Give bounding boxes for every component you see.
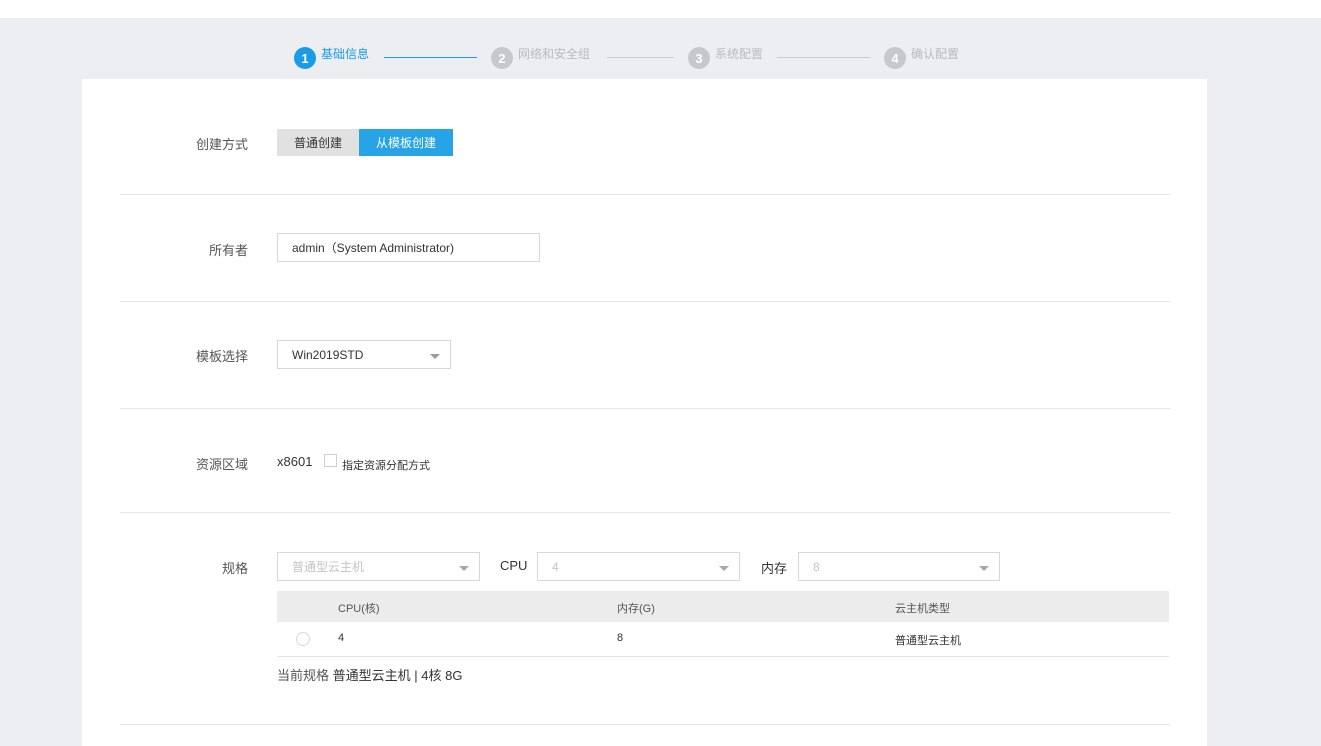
create-method-toggle: 普通创建 从模板创建 <box>277 129 453 156</box>
form-card: 创建方式 普通创建 从模板创建 所有者 admin（System Adminis… <box>82 79 1207 746</box>
template-create-button[interactable]: 从模板创建 <box>359 129 453 156</box>
cpu-select[interactable]: 4 <box>537 552 740 581</box>
column-header-type: 云主机类型 <box>895 603 950 615</box>
spec-type-value: 普通型云主机 <box>292 560 365 574</box>
step-network-security[interactable]: 2 网络和安全组 <box>491 44 590 69</box>
spec-type-select[interactable]: 普通型云主机 <box>277 552 480 581</box>
table-header: CPU(核) 内存(G) 云主机类型 <box>277 591 1169 622</box>
step-number: 2 <box>491 47 513 69</box>
step-confirm-config[interactable]: 4 确认配置 <box>884 44 959 69</box>
step-number: 1 <box>294 47 316 69</box>
step-number: 4 <box>884 47 906 69</box>
step-connector <box>384 57 477 58</box>
spec-table: CPU(核) 内存(G) 云主机类型 4 8 普通型云主机 <box>277 591 1169 657</box>
template-select[interactable]: Win2019STD <box>277 340 451 369</box>
memory-label: 内存 <box>761 561 788 576</box>
step-number: 3 <box>688 47 710 69</box>
chevron-down-icon <box>430 354 440 359</box>
step-basic-info[interactable]: 1 基础信息 <box>294 44 369 69</box>
chevron-down-icon <box>459 566 469 571</box>
cpu-label: CPU <box>500 558 528 573</box>
step-label: 网络和安全组 <box>518 47 591 61</box>
owner-field[interactable]: admin（System Administrator) <box>277 233 540 262</box>
step-label: 确认配置 <box>911 47 960 61</box>
zone-row: 资源区域 x8601 指定资源分配方式 <box>120 409 1170 513</box>
create-method-label: 创建方式 <box>195 137 248 152</box>
current-spec: 当前规格 普通型云主机 | 4核 8G <box>277 665 462 684</box>
step-label: 基础信息 <box>321 47 370 61</box>
step-system-config[interactable]: 3 系统配置 <box>688 44 763 69</box>
template-value: Win2019STD <box>292 347 364 362</box>
normal-create-button[interactable]: 普通创建 <box>277 129 359 156</box>
chevron-down-icon <box>719 566 729 571</box>
cell-memory: 8 <box>617 632 624 644</box>
cpu-value: 4 <box>552 559 559 574</box>
zone-label: 资源区域 <box>195 457 248 472</box>
create-method-row: 创建方式 普通创建 从模板创建 <box>120 79 1170 195</box>
step-connector <box>777 57 870 58</box>
column-header-cpu: CPU(核) <box>338 603 380 615</box>
cell-cpu: 4 <box>338 632 345 644</box>
owner-value: admin（System Administrator) <box>292 241 455 255</box>
cell-type: 普通型云主机 <box>895 635 961 647</box>
owner-label: 所有者 <box>208 243 248 258</box>
spec-label: 规格 <box>221 561 248 576</box>
spec-row: 规格 普通型云主机 CPU 4 内存 8 CPU(核) 内存(G) 云主机类型 … <box>120 513 1170 725</box>
current-spec-label: 当前规格 <box>277 668 330 683</box>
row-select-radio[interactable] <box>296 632 310 646</box>
owner-row: 所有者 admin（System Administrator) <box>120 195 1170 302</box>
step-connector <box>607 57 674 58</box>
step-label: 系统配置 <box>715 47 764 61</box>
table-row[interactable]: 4 8 普通型云主机 <box>277 622 1169 657</box>
column-header-memory: 内存(G) <box>617 603 655 615</box>
memory-value: 8 <box>813 559 820 574</box>
template-row: 模板选择 Win2019STD <box>120 302 1170 409</box>
zone-value: x8601 <box>277 454 313 469</box>
assign-resource-checkbox[interactable] <box>324 454 337 467</box>
assign-resource-label: 指定资源分配方式 <box>342 460 430 472</box>
current-spec-value: 普通型云主机 | 4核 8G <box>332 668 463 683</box>
chevron-down-icon <box>979 566 989 571</box>
wizard-stepper: 1 基础信息 2 网络和安全组 3 系统配置 4 确认配置 <box>0 44 1321 74</box>
template-label: 模板选择 <box>195 349 248 364</box>
memory-select[interactable]: 8 <box>798 552 1000 581</box>
